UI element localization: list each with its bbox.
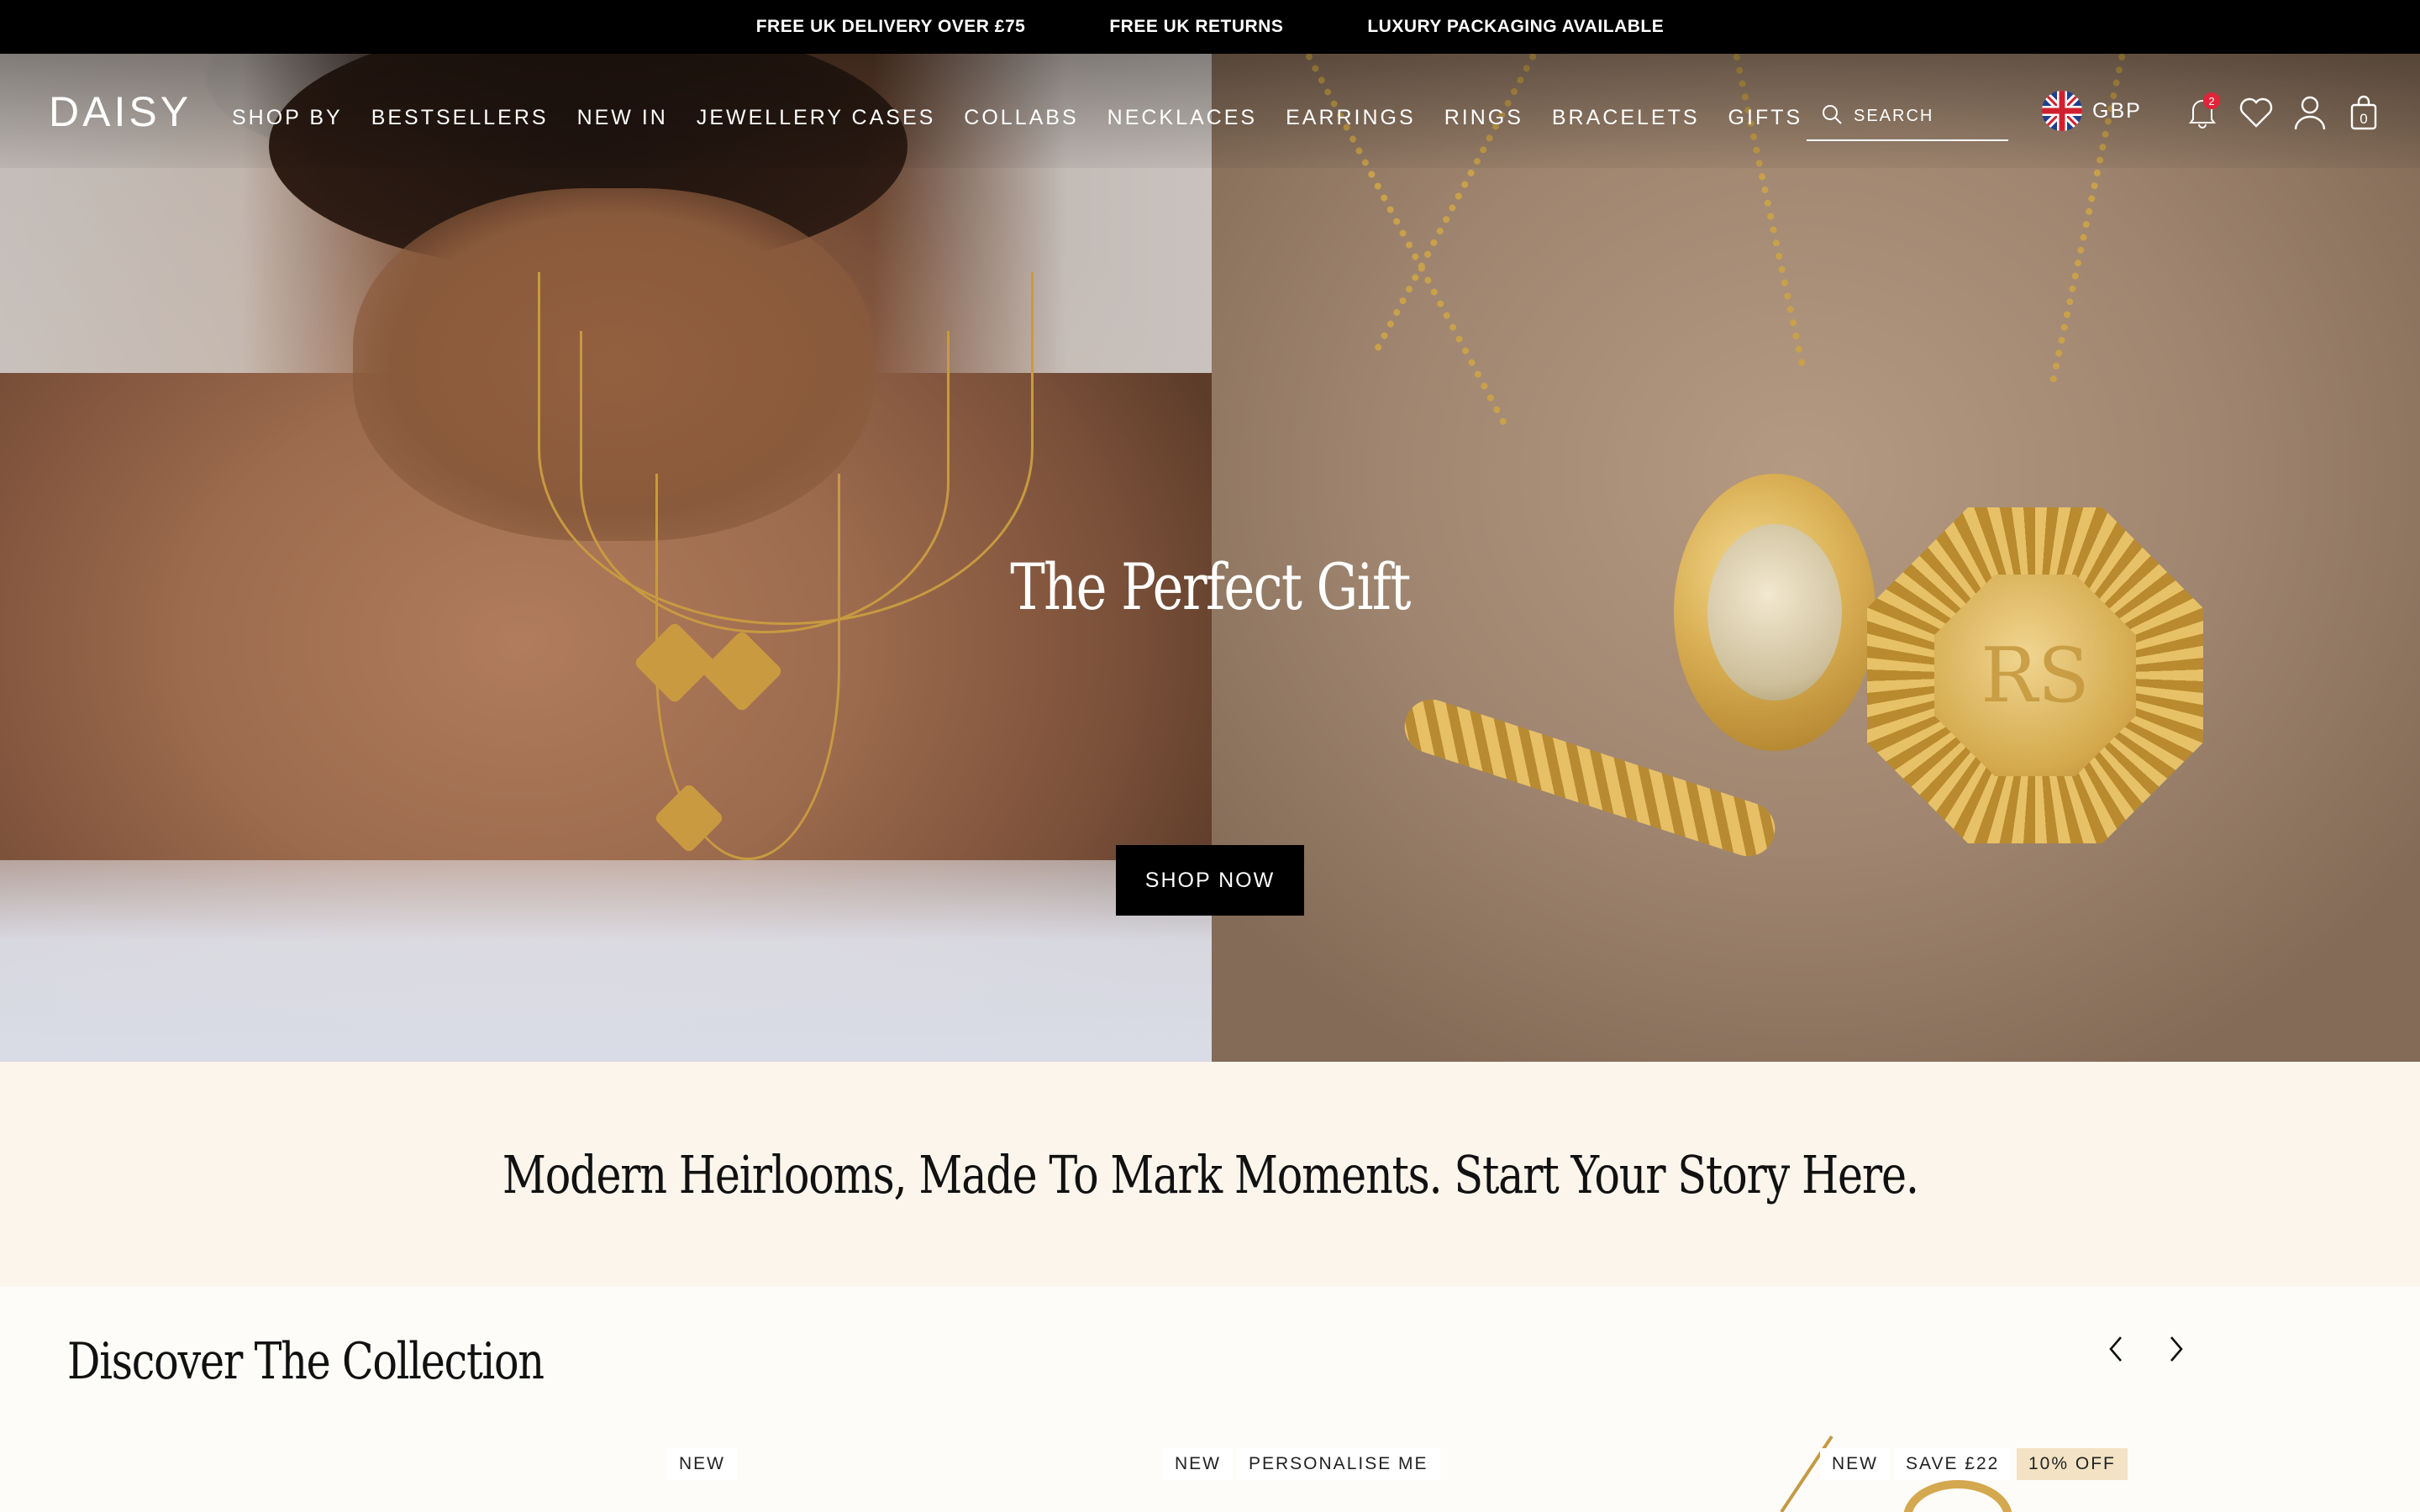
daisy-logo[interactable]: DAISY: [49, 87, 192, 136]
notification-count-badge: 2: [2203, 92, 2220, 109]
collection-title: Discover The Collection: [67, 1332, 544, 1391]
tagline-text: Modern Heirlooms, Made To Mark Moments. …: [502, 1143, 1919, 1205]
carousel-next-button[interactable]: [2151, 1326, 2202, 1376]
product3-tag-discount: 10% OFF: [2017, 1448, 2128, 1480]
heart-icon: [2238, 97, 2274, 133]
notifications-button[interactable]: 2: [2185, 92, 2220, 136]
chevron-left-icon: [2106, 1334, 2126, 1368]
search-field[interactable]: SEARCH: [1807, 92, 2008, 141]
nav-bracelets[interactable]: BRACELETS: [1552, 106, 1700, 130]
announcement-luxury-packaging: LUXURY PACKAGING AVAILABLE: [1367, 17, 1665, 36]
nav-rings[interactable]: RINGS: [1444, 106, 1523, 130]
carousel-prev-button[interactable]: [2091, 1326, 2141, 1376]
product3-tag-save: SAVE £22: [1894, 1448, 2012, 1480]
uk-flag-icon: [2042, 91, 2082, 131]
search-icon: [1820, 102, 1844, 130]
hero-banner[interactable]: RS The Perfect Gift SHOP NOW: [0, 54, 2420, 1062]
bag-button[interactable]: 0: [2346, 92, 2381, 136]
hero-title: The Perfect Gift: [1010, 549, 1411, 624]
nav-new-in[interactable]: NEW IN: [577, 106, 668, 130]
product2-tag-new: NEW: [1163, 1448, 1233, 1480]
currency-selector[interactable]: GBP: [2042, 91, 2142, 131]
header-icons: 2 0: [2185, 92, 2381, 136]
tagline-band: Modern Heirlooms, Made To Mark Moments. …: [0, 1062, 2420, 1287]
search-placeholder: SEARCH: [1854, 106, 1934, 125]
site-header: DAISY SHOP BY BESTSELLERS NEW IN JEWELLE…: [0, 54, 2420, 168]
shop-now-button[interactable]: SHOP NOW: [1116, 845, 1304, 916]
account-icon: [2293, 94, 2327, 135]
nav-shop-by[interactable]: SHOP BY: [232, 106, 343, 130]
product1-tag-new: NEW: [667, 1448, 737, 1480]
chevron-right-icon: [2166, 1334, 2186, 1368]
collection-section: Discover The Collection NEW NEW PERSONAL…: [0, 1287, 2420, 1512]
product3-tag-new: NEW: [1820, 1448, 1890, 1480]
announcement-free-delivery: FREE UK DELIVERY OVER £75: [755, 17, 1026, 36]
nav-gifts[interactable]: GIFTS: [1728, 106, 1803, 130]
nav-jewellery-cases[interactable]: JEWELLERY CASES: [697, 106, 935, 130]
nav-earrings[interactable]: EARRINGS: [1286, 106, 1416, 130]
account-button[interactable]: [2292, 92, 2328, 136]
product2-tag-personalise: PERSONALISE ME: [1237, 1448, 1440, 1480]
nav-bestsellers[interactable]: BESTSELLERS: [371, 106, 549, 130]
main-nav: SHOP BY BESTSELLERS NEW IN JEWELLERY CAS…: [232, 106, 1831, 130]
nav-collabs[interactable]: COLLABS: [964, 106, 1078, 130]
pendant-engraving: RS: [1981, 631, 2090, 720]
bag-count: 0: [2360, 111, 2368, 127]
nav-necklaces[interactable]: NECKLACES: [1107, 106, 1257, 130]
announcement-free-returns: FREE UK RETURNS: [1109, 17, 1284, 36]
wishlist-button[interactable]: [2238, 92, 2274, 136]
announcement-bar: FREE UK DELIVERY OVER £75 FREE UK RETURN…: [0, 0, 2420, 54]
currency-code: GBP: [2092, 98, 2142, 123]
